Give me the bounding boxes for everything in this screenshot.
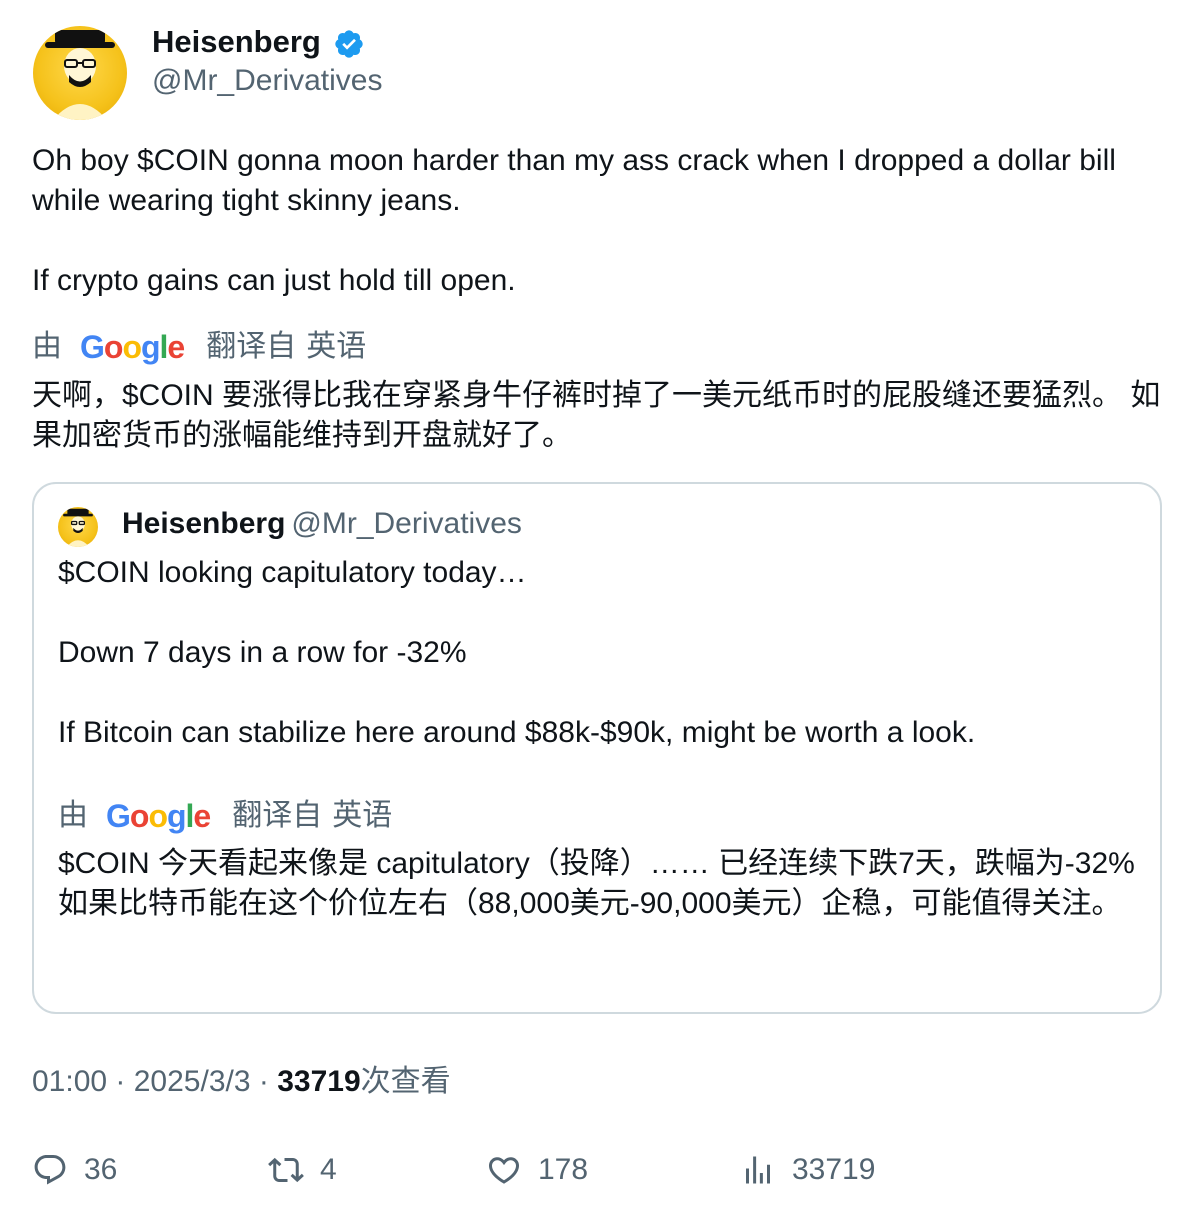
tweet-time[interactable]: 01:00 [32,1065,107,1098]
source-language: 英语 [332,799,393,832]
translated-by-label: 由 [58,799,88,832]
quoted-tweet-text: $COIN looking capitulatory today… Down 7… [58,556,976,749]
quoted-author: Heisenberg @Mr_Derivatives [122,504,522,544]
tweet-translation-text: 天啊，$COIN 要涨得比我在穿紧身牛仔裤时掉了一美元纸币时的屁股缝还要猛烈。 … [32,379,1161,452]
source-language: 英语 [306,330,367,363]
author-avatar[interactable] [33,26,127,120]
views-action-count: 33719 [792,1153,876,1186]
heisenberg-avatar-icon [45,30,115,120]
quoted-author-handle: @Mr_Derivatives [291,507,522,540]
analytics-icon [746,1156,770,1184]
quoted-translation-attribution[interactable]: 由 Google 翻译自 英语 [58,796,392,836]
reply-count: 36 [84,1153,118,1186]
verified-badge-icon [335,30,363,58]
like-count: 178 [538,1153,589,1186]
tweet-text: Oh boy $COIN gonna moon harder than my a… [32,144,1116,297]
heart-icon [488,1157,520,1184]
meta-separator: · [250,1065,278,1098]
views-button[interactable]: 33719 [740,1150,875,1190]
reply-icon [34,1155,66,1185]
quoted-author-avatar [58,507,98,547]
like-button[interactable]: 178 [486,1150,588,1190]
translated-from-label: 翻译自 [206,330,297,363]
tweet-date[interactable]: 2025/3/3 [134,1065,251,1098]
views-label: 次查看 [360,1065,451,1098]
reply-button[interactable]: 36 [32,1150,117,1190]
translated-from-label: 翻译自 [232,799,323,832]
translation-attribution[interactable]: 由 Google 翻译自 英语 [32,327,366,367]
quoted-translation-text: $COIN 今天看起来像是 capitulatory（投降）…… 已经连续下跌7… [58,847,1144,920]
meta-separator: · [107,1065,134,1098]
tweet-meta: 01:00 · 2025/3/3 · 33719次查看 [32,1062,451,1102]
repost-button[interactable]: 4 [268,1150,337,1190]
author-name[interactable]: Heisenberg [152,22,321,62]
quoted-author-name: Heisenberg [122,507,286,540]
translated-by-label: 由 [32,330,62,363]
author-handle[interactable]: @Mr_Derivatives [152,62,383,100]
repost-icon [268,1157,304,1183]
google-logo: Google [106,798,211,834]
google-logo: Google [80,329,185,365]
views-count: 33719 [277,1065,361,1098]
repost-count: 4 [320,1153,337,1186]
heisenberg-avatar-icon [63,508,93,547]
